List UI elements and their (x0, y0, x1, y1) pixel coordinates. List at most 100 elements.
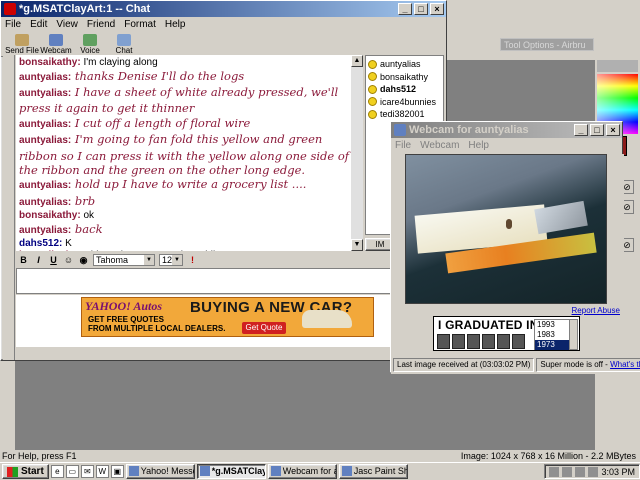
start-button[interactable]: Start (2, 464, 49, 479)
minimize-button[interactable]: _ (398, 3, 412, 15)
whats-this-link[interactable]: What's this? (610, 360, 640, 369)
menu-help[interactable]: Help (468, 138, 489, 154)
minimize-button[interactable]: _ (574, 124, 588, 136)
message-nick[interactable]: auntyalias: (19, 88, 71, 99)
user-list-item[interactable]: tedi382001 (368, 108, 441, 121)
webcam-statusbar: Last image received at (03:03:02 PM) Sup… (391, 357, 640, 373)
ad-line-2: FROM MULTIPLE LOCAL DEALERS. (88, 324, 226, 333)
app-icon (270, 466, 281, 476)
menu-friend[interactable]: Friend (87, 17, 115, 33)
windows-logo-icon (7, 466, 18, 477)
menu-file[interactable]: File (395, 138, 411, 154)
taskbar-button[interactable]: Jasc Paint Shop... (338, 464, 408, 479)
message-nick[interactable]: auntyalias: (19, 72, 71, 83)
close-button[interactable]: × (430, 3, 444, 15)
menu-format[interactable]: Format (124, 17, 156, 33)
tray-icon[interactable] (575, 466, 586, 477)
message-nick[interactable]: auntyalias: (19, 225, 71, 236)
send-file-label: Send File (5, 46, 39, 55)
chat-titlebar[interactable]: *g.MSATClayArt:1 -- Chat _ □ × (1, 1, 446, 17)
tray-icon[interactable] (562, 466, 573, 477)
photo-thumb (497, 334, 510, 349)
explorer-icon[interactable]: e (50, 465, 64, 478)
desktop-icon[interactable]: ▭ (65, 465, 79, 478)
taskbar-button[interactable]: Yahoo! Messen... (125, 464, 195, 479)
outlook-icon[interactable]: ✉ (80, 465, 94, 478)
menu-webcam[interactable]: Webcam (420, 138, 459, 154)
microphone-icon (83, 34, 97, 46)
message-nick[interactable]: auntyalias: (19, 197, 71, 208)
report-abuse-link[interactable]: Report Abuse (572, 306, 620, 315)
tray-icon[interactable] (588, 466, 599, 477)
maximize-button[interactable]: □ (414, 3, 428, 15)
user-name: auntyalias (380, 59, 421, 69)
message-log[interactable]: bonsaikathy: I'm claying along auntyalias… (16, 55, 363, 251)
chat-message: bonsaikathy: white only or are we also a… (19, 250, 360, 251)
menu-view[interactable]: View (56, 17, 78, 33)
message-nick[interactable]: bonsaikathy: (19, 210, 81, 221)
italic-button[interactable]: I (33, 255, 44, 266)
year-option[interactable]: 1993 (535, 320, 569, 330)
close-button[interactable]: × (606, 124, 620, 136)
image-info: Image: 1024 x 768 x 16 Million - 2.2 MBy… (460, 451, 636, 461)
word-icon[interactable]: W (95, 465, 109, 478)
user-list-item[interactable]: icare4bunnies (368, 96, 441, 109)
chat-message: auntyalias: I have a sheet of white alre… (19, 85, 360, 116)
message-nick[interactable]: auntyalias: (19, 180, 71, 191)
year-option[interactable]: 1983 (535, 330, 569, 340)
message-text: hold up I have to write a grocery list .… (74, 177, 307, 192)
webcam-titlebar[interactable]: Webcam for auntyalias _ □ × (391, 122, 622, 138)
super-mode-text: Super mode is off - (540, 360, 611, 369)
bold-button[interactable]: B (18, 255, 29, 266)
ad-logo: YAHOO! Autos (85, 299, 163, 313)
scroll-up-icon[interactable]: ▲ (351, 55, 363, 67)
scroll-down-icon[interactable]: ▼ (351, 239, 363, 251)
user-list-item[interactable]: dahs512 (368, 83, 441, 96)
webcam-button[interactable]: Webcam (39, 33, 73, 56)
message-input[interactable] (16, 268, 444, 294)
chat-message: bonsaikathy: ok (19, 210, 360, 222)
message-nick[interactable]: auntyalias: (19, 135, 71, 146)
font-value: Tahoma (96, 255, 129, 265)
message-nick[interactable]: dahs512: (19, 238, 62, 249)
message-scrollbar[interactable]: ▲ ▼ (351, 55, 363, 251)
year-listbox[interactable]: 1993 1983 1973 (534, 319, 578, 350)
font-size-select[interactable]: 12 ▼ (159, 254, 183, 266)
clock[interactable]: 3:03 PM (601, 467, 635, 477)
message-text: thanks Denise I'll do the logs (74, 68, 245, 83)
smiley-icon (368, 97, 377, 107)
chat-message: bonsaikathy: I'm claying along (19, 57, 360, 69)
chat-body: bonsaikathy: I'm claying along auntyalias… (3, 55, 446, 360)
webcam-body: Report Abuse I GRADUATED IN: 1993 1983 1… (391, 154, 640, 374)
app-icon[interactable]: ▣ (110, 465, 124, 478)
chat-message: auntyalias: I'm going to fan fold this y… (19, 132, 360, 177)
underline-button[interactable]: U (48, 255, 59, 266)
font-select[interactable]: Tahoma ▼ (93, 254, 155, 266)
tool-options-panel[interactable]: Tool Options - Airbru (500, 38, 594, 51)
smiley-icon[interactable]: ☺ (63, 255, 74, 266)
message-nick[interactable]: bonsaikathy: (19, 250, 81, 251)
taskbar-button-label: Jasc Paint Shop... (353, 466, 407, 476)
menu-edit[interactable]: Edit (30, 17, 47, 33)
yahoo-autos-ad[interactable]: YAHOO! Autos BUYING A NEW CAR? GET FREE … (81, 297, 374, 337)
year-scrollbar[interactable] (569, 320, 577, 349)
user-list-item[interactable]: bonsaikathy (368, 71, 441, 84)
get-quote-button[interactable]: Get Quote (242, 322, 286, 334)
menu-file[interactable]: File (5, 17, 21, 33)
voice-button[interactable]: Voice (73, 33, 107, 56)
user-list-item[interactable]: auntyalias (368, 58, 441, 71)
maximize-button[interactable]: □ (590, 124, 604, 136)
chat-button[interactable]: Chat (107, 33, 141, 56)
tray-icon[interactable] (549, 466, 560, 477)
graduation-ad[interactable]: I GRADUATED IN: 1993 1983 1973 (433, 316, 580, 351)
send-file-button[interactable]: Send File (5, 33, 39, 56)
alert-icon[interactable]: ! (187, 255, 198, 266)
color-palette-icon[interactable]: ◉ (78, 255, 89, 266)
taskbar-button[interactable]: Webcam for au... (267, 464, 337, 479)
message-nick[interactable]: auntyalias: (19, 119, 71, 130)
chat-message: auntyalias: back (19, 222, 360, 238)
message-nick[interactable]: bonsaikathy: (19, 57, 81, 68)
taskbar-button[interactable]: *g.MSATClay... (196, 464, 266, 479)
year-option-selected[interactable]: 1973 (535, 340, 569, 350)
menu-help[interactable]: Help (165, 17, 186, 33)
